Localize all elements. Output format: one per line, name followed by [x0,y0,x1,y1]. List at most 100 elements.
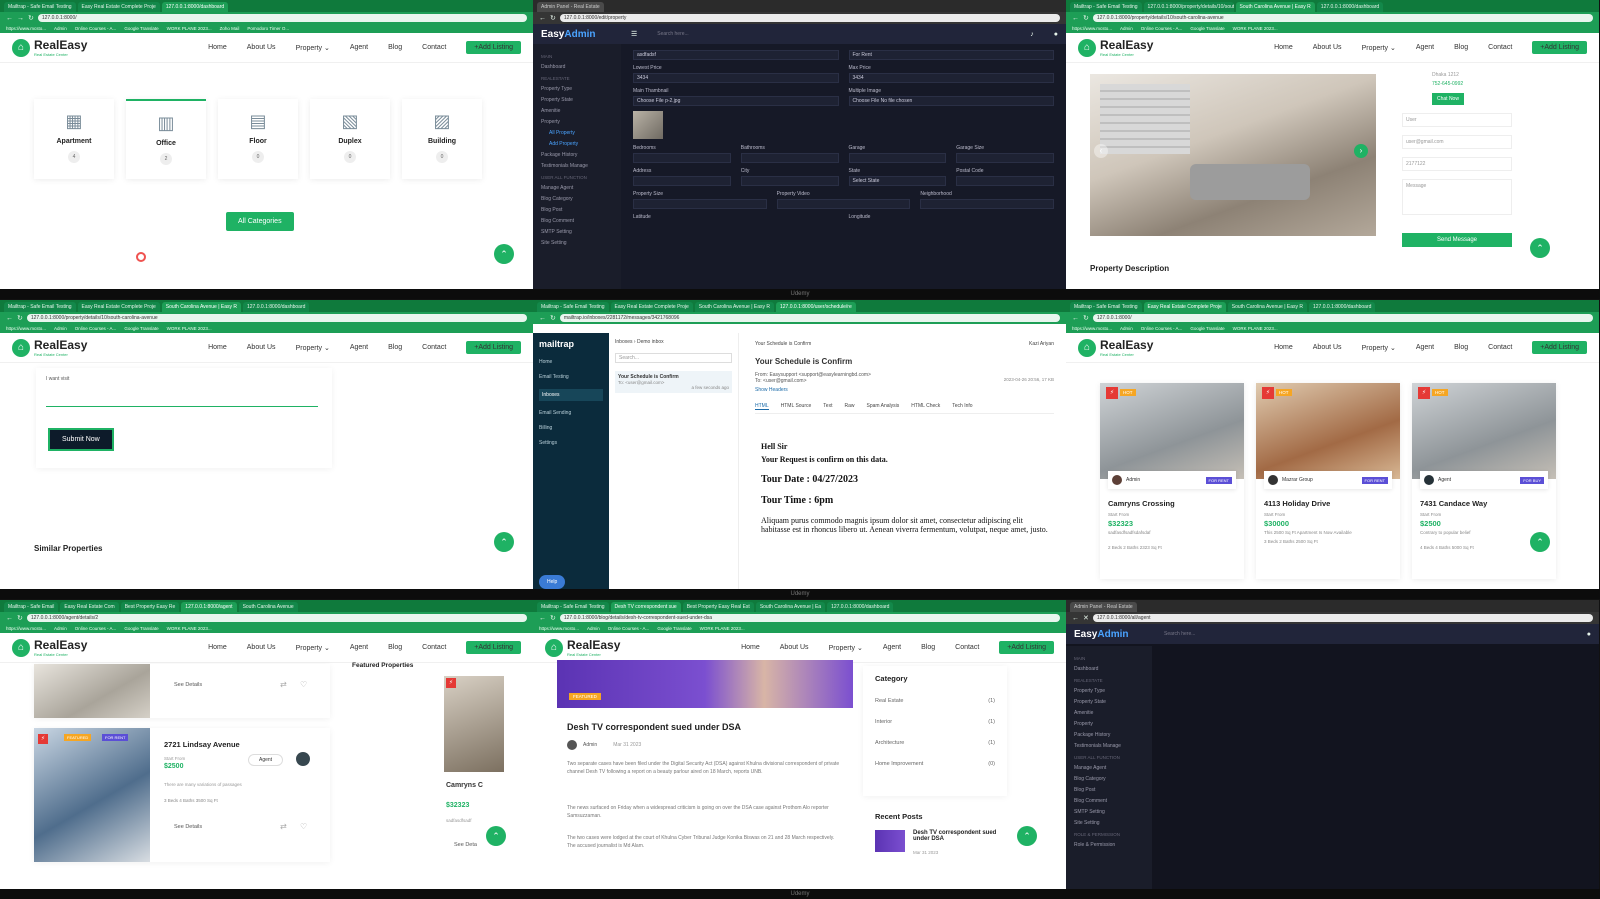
scroll-top-button[interactable]: ⌃ [1017,826,1037,846]
see-details-link[interactable]: See Details [174,682,202,688]
menu-agent[interactable]: Agent [350,44,368,51]
browser-tab[interactable]: South Carolina Avenue | Easy R [1227,302,1307,312]
mt-nav-home[interactable]: Home [539,359,603,365]
tab-text[interactable]: Text [823,403,832,410]
gallery-next-icon[interactable]: › [1354,144,1368,158]
owner-name[interactable]: Admin [1126,477,1202,483]
mt-nav-settings[interactable]: Settings [539,440,603,446]
reload-icon[interactable]: ↻ [550,314,556,322]
avatar[interactable]: ● [1587,631,1591,638]
lowest-price-field[interactable]: 3434 [633,73,839,83]
sidebar-item-package-history[interactable]: Package History [541,152,613,158]
browser-tab[interactable]: 127.0.0.1:8000/user/schedule/re [776,302,856,312]
sidebar-item-blog-comment[interactable]: Blog Comment [1074,798,1144,804]
sidebar-item-property[interactable]: Property [1074,721,1144,727]
state-select[interactable]: Select State [848,176,947,186]
bookmark-item[interactable]: https://www.mcsto... [6,26,46,31]
site-logo[interactable]: ⌂ RealEasy Real Estate Center [12,38,152,57]
breadcrumb-item[interactable]: Demo inbox [637,339,664,345]
email-field[interactable]: user@gmail.com [1402,135,1512,149]
menu-about[interactable]: About Us [1313,344,1342,351]
bookmark-item[interactable]: WORK PLANE 2023... [167,626,212,631]
menu-contact[interactable]: Contact [422,344,446,351]
name-field[interactable]: User [1402,113,1512,127]
site-logo[interactable]: ⌂ RealEasy Real Estate Center [12,638,152,657]
bookmark-item[interactable]: Google Translate [1190,26,1224,31]
listing-title[interactable]: 2721 Lindsay Avenue [164,740,240,749]
main-thumbnail-file-input[interactable]: Choose File p-2.jpg [633,96,839,106]
bookmark-item[interactable]: Admin [54,626,67,631]
browser-tab[interactable]: 127.0.0.1:8000/dashboard [1309,302,1376,312]
menu-property[interactable]: Property ⌄ [1362,344,1396,352]
bookmark-item[interactable]: https://www.mcsto... [6,326,46,331]
menu-about[interactable]: About Us [247,44,276,51]
sidebar-item-blog-comment[interactable]: Blog Comment [541,218,613,224]
property-size-field[interactable] [633,199,767,209]
bathrooms-field[interactable] [740,153,839,163]
bookmark-item[interactable]: Admin [1120,26,1133,31]
sidebar-item-all-property[interactable]: All Property [541,130,613,136]
url-input[interactable]: mailtrap.io/inboxes/2281172/messages/342… [559,314,1060,322]
browser-tab[interactable]: Mailtrap - Safe Email Testing [537,302,609,312]
bookmark-item[interactable]: https://www.mcsto... [6,626,46,631]
back-icon[interactable]: ← [6,15,13,22]
admin-logo[interactable]: EasyAdmin [541,29,611,40]
menu-home[interactable]: Home [1274,44,1293,51]
mt-nav-email-sending[interactable]: Email Sending [539,410,603,416]
url-input[interactable]: 127.0.0.1:8000/property/details/10/south… [26,314,527,322]
bookmark-item[interactable]: WORK PLANE 2023... [167,326,212,331]
url-input[interactable]: 127.0.0.1:8000/all/agent [1092,614,1593,622]
sidebar-item-add-property[interactable]: Add Property [541,141,613,147]
bookmark-item[interactable]: Google Translate [124,26,158,31]
browser-tab[interactable]: 127.0.0.1:8000/agent [181,602,237,612]
add-listing-button[interactable]: +Add Listing [466,341,521,354]
menu-property[interactable]: Property ⌄ [296,344,330,352]
bookmark-item[interactable]: https://www.mcsto... [539,626,579,631]
recent-post-thumb[interactable] [875,830,905,852]
sidebar-item-smtp[interactable]: SMTP Setting [1074,809,1144,815]
bookmark-item[interactable]: Pomodoro Timer O... [247,26,289,31]
tab-html-check[interactable]: HTML Check [911,403,940,410]
admin-logo[interactable]: EasyAdmin [1074,629,1144,640]
url-input[interactable]: 127.0.0.1:8000/ [37,14,527,22]
browser-tab[interactable]: 127.0.0.1:8000/dashboard [1316,2,1384,12]
chat-now-button[interactable]: Chat Now [1432,93,1464,105]
sidebar-item-property-type[interactable]: Property Type [541,86,613,92]
browser-tab[interactable]: Mailtrap - Safe Email Testing [1070,2,1142,12]
mail-search-input[interactable]: Search... [615,353,732,363]
scroll-top-button[interactable]: ⌃ [1530,238,1550,258]
bookmark-item[interactable]: Google Translate [124,326,158,331]
browser-tab[interactable]: Easy Real Estate Com [60,602,119,612]
menu-agent[interactable]: Agent [1416,44,1434,51]
bookmark-item[interactable]: Google Translate [1190,326,1224,331]
menu-home[interactable]: Home [208,644,227,651]
gallery-prev-icon[interactable]: ‹ [1094,144,1108,158]
browser-tab[interactable]: Mailtrap - Safe Email Testing [1070,302,1142,312]
browser-tab[interactable]: Desh TV correspondent sue [610,602,681,612]
bookmark-item[interactable]: Admin [54,26,67,31]
menu-contact[interactable]: Contact [955,644,979,651]
tab-tech-info[interactable]: Tech Info [952,403,972,410]
sidebar-item-amenitie[interactable]: Amenitie [541,108,613,114]
browser-tab[interactable]: Mailtrap - Safe Email Testing [4,2,76,12]
browser-tab[interactable]: Mailtrap - Safe Email [4,602,59,612]
category-card-office[interactable]: ▥ Office 2 [126,99,206,179]
scroll-top-button[interactable]: ⌃ [494,532,514,552]
menu-agent[interactable]: Agent [1416,344,1434,351]
menu-property[interactable]: Property ⌄ [829,644,863,652]
garage-size-field[interactable] [956,153,1054,163]
sidebar-item-package-history[interactable]: Package History [1074,732,1144,738]
mt-nav-inboxes[interactable]: Inboxes [539,389,603,401]
bookmark-item[interactable]: Online Courses - A... [1141,326,1183,331]
tab-html[interactable]: HTML [755,403,769,410]
reload-icon[interactable]: ↻ [28,14,34,22]
help-button[interactable]: Help [539,575,566,589]
menu-property[interactable]: Property ⌄ [296,644,330,652]
browser-tab[interactable]: 127.0.0.1:8000/dashboard [243,302,310,312]
bookmark-item[interactable]: Admin [587,626,600,631]
breadcrumb-item[interactable]: Inboxes [615,339,633,345]
reload-icon[interactable]: ↻ [17,314,23,322]
browser-tab[interactable]: South Carolina Avenue [238,602,298,612]
bookmark-item[interactable]: Online Courses - A... [1141,26,1183,31]
browser-tab[interactable]: South Carolina Avenue | Ea [755,602,826,612]
